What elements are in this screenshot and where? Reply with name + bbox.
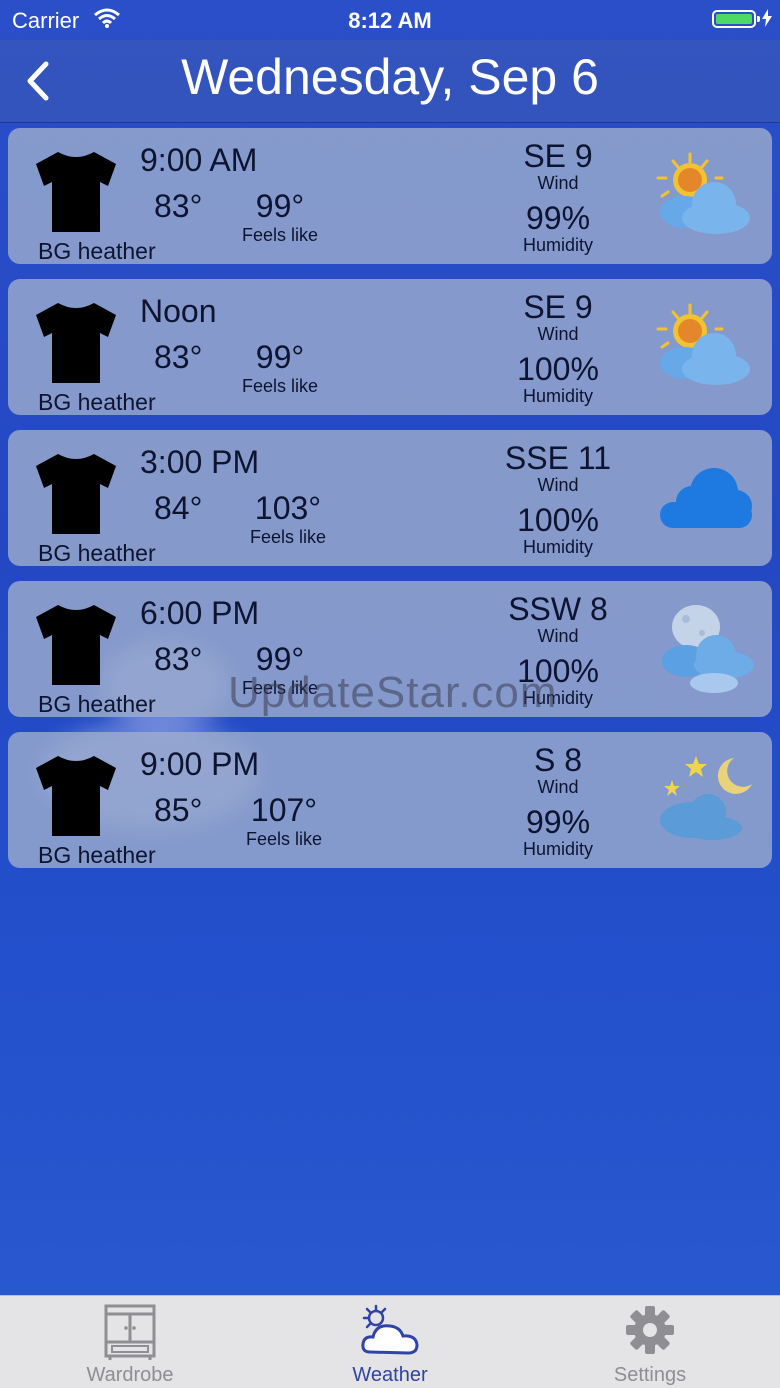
clothing-color: BG heather xyxy=(38,540,156,566)
nav-bar: Wednesday, Sep 6 xyxy=(0,40,780,123)
moon-cloud-icon xyxy=(662,605,754,693)
wind-value: SSE 11 xyxy=(504,440,612,476)
wind-value: SSW 8 xyxy=(508,591,608,627)
page-title: Wednesday, Sep 6 xyxy=(181,49,599,105)
tshirt-icon xyxy=(36,756,116,836)
forecast-card[interactable]: BG heather Noon 83° 99° Feels like SE 9 … xyxy=(8,279,772,415)
wind-label: Wind xyxy=(537,173,579,193)
forecast-time: 6:00 PM xyxy=(140,595,260,631)
forecast-time: 9:00 PM xyxy=(140,746,260,782)
humidity-value: 99% xyxy=(525,804,591,840)
wind-value: SE 9 xyxy=(523,289,593,325)
tshirt-icon xyxy=(36,605,116,685)
sun-cloud-icon xyxy=(656,152,750,234)
clothing-color: BG heather xyxy=(38,691,156,717)
status-bar: Carrier 8:12 AM xyxy=(0,0,780,40)
tshirt-icon xyxy=(36,454,116,534)
forecast-time: Noon xyxy=(140,293,217,329)
wardrobe-icon xyxy=(104,1304,156,1360)
temperature: 84° xyxy=(154,490,203,526)
forecast-card[interactable]: BG heather 9:00 PM 85° 107° Feels like S… xyxy=(8,732,772,868)
humidity-value: 100% xyxy=(517,502,599,538)
wind-label: Wind xyxy=(537,626,579,646)
feels-like-value: 107° xyxy=(250,792,318,828)
tshirt-icon xyxy=(36,303,116,383)
feels-like-value: 99° xyxy=(255,188,305,224)
wind-value: S 8 xyxy=(533,742,583,778)
humidity-value: 100% xyxy=(517,351,599,387)
clothing-color: BG heather xyxy=(38,389,156,415)
feels-like-label: Feels like xyxy=(241,376,319,396)
tab-settings[interactable]: Settings xyxy=(520,1296,780,1388)
forecast-card[interactable]: BG heather 3:00 PM 84° 103° Feels like S… xyxy=(8,430,772,566)
status-time: 8:12 AM xyxy=(348,8,432,33)
gear-icon xyxy=(626,1306,674,1354)
feels-like-value: 99° xyxy=(255,339,305,375)
tab-bar: Wardrobe Weather Settings xyxy=(0,1295,780,1388)
forecast-list: BG heather 9:00 AM 83° 99° Feels like SE… xyxy=(8,128,772,883)
forecast-time: 3:00 PM xyxy=(140,444,260,480)
cloud-icon xyxy=(660,468,752,528)
feels-like-label: Feels like xyxy=(245,829,323,849)
forecast-card[interactable]: BG heather 9:00 AM 83° 99° Feels like SE… xyxy=(8,128,772,264)
wind-label: Wind xyxy=(537,475,579,495)
temperature: 83° xyxy=(154,188,203,224)
temperature: 85° xyxy=(154,792,203,828)
wind-label: Wind xyxy=(537,324,579,344)
tab-wardrobe[interactable]: Wardrobe xyxy=(0,1296,260,1388)
sun-cloud-icon xyxy=(656,303,750,385)
tab-label: Settings xyxy=(613,1364,687,1386)
night-cloud-icon xyxy=(660,756,752,840)
wind-label: Wind xyxy=(537,777,579,797)
wind-value: SE 9 xyxy=(523,138,593,174)
forecast-time: 9:00 AM xyxy=(140,142,258,178)
battery-icon xyxy=(712,10,760,28)
clothing-color: BG heather xyxy=(38,238,156,264)
tshirt-icon xyxy=(36,152,116,232)
tab-label: Wardrobe xyxy=(86,1364,174,1386)
feels-like-value: 103° xyxy=(254,490,322,526)
feels-like-label: Feels like xyxy=(241,225,319,245)
humidity-label: Humidity xyxy=(522,235,593,255)
temperature: 83° xyxy=(154,641,203,677)
weather-icon xyxy=(361,1304,419,1355)
tab-label: Weather xyxy=(352,1364,428,1386)
charging-icon xyxy=(762,9,772,32)
watermark: UpdateStar.com xyxy=(228,668,558,717)
humidity-label: Humidity xyxy=(522,537,593,557)
humidity-label: Humidity xyxy=(522,386,593,406)
tab-weather[interactable]: Weather xyxy=(260,1296,520,1388)
temperature: 83° xyxy=(154,339,203,375)
humidity-value: 99% xyxy=(525,200,591,236)
humidity-label: Humidity xyxy=(522,839,593,859)
clothing-color: BG heather xyxy=(38,842,156,868)
feels-like-label: Feels like xyxy=(249,527,327,547)
